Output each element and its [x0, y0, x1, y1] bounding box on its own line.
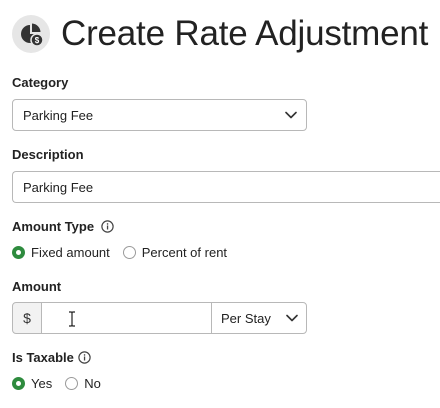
amount-label: Amount [12, 279, 62, 294]
radio-no[interactable]: No [65, 376, 101, 391]
text-cursor-icon [68, 311, 76, 332]
chevron-down-icon [276, 111, 306, 119]
radio-percent-of-rent-button[interactable] [122, 246, 136, 259]
info-icon[interactable] [101, 220, 114, 233]
page-header: $ Create Rate Adjustment [12, 14, 428, 54]
is-taxable-label: Is Taxable [12, 350, 74, 365]
radio-yes-button[interactable] [12, 377, 25, 390]
radio-yes-label: Yes [31, 376, 53, 391]
amount-input-group: $ Per Stay [12, 302, 307, 334]
description-value: Parking Fee [23, 179, 94, 195]
is-taxable-radio-group: Yes No [12, 376, 114, 391]
radio-percent-of-rent-label: Percent of rent [141, 245, 228, 260]
amount-input[interactable] [42, 302, 211, 334]
radio-fixed-amount[interactable]: Fixed amount [12, 245, 110, 260]
amount-frequency-select[interactable]: Per Stay [211, 302, 307, 334]
currency-prefix: $ [12, 302, 42, 334]
category-select[interactable]: Parking Fee [12, 99, 307, 131]
svg-text:$: $ [35, 36, 40, 45]
radio-yes[interactable]: Yes [12, 376, 52, 391]
description-field[interactable]: Parking Fee [12, 171, 440, 203]
page-title: Create Rate Adjustment [61, 14, 429, 53]
radio-fixed-amount-label: Fixed amount [31, 245, 110, 260]
radio-percent-of-rent[interactable]: Percent of rent [122, 245, 228, 260]
amount-frequency-value: Per Stay [221, 310, 271, 326]
amount-type-radio-group: Fixed amount Percent of rent [12, 245, 240, 260]
radio-no-button[interactable] [65, 377, 79, 390]
category-label: Category [12, 75, 69, 90]
amount-type-label-row: Amount Type [12, 219, 114, 234]
create-rate-adjustment-form: $ Create Rate Adjustment Category Parkin… [0, 0, 440, 408]
category-selected-value: Parking Fee [23, 107, 94, 123]
is-taxable-label-row: Is Taxable [12, 350, 91, 365]
description-label: Description [12, 147, 84, 162]
amount-type-label: Amount Type [12, 219, 95, 234]
pie-chart-dollar-icon: $ [12, 15, 50, 53]
radio-no-label: No [84, 376, 101, 391]
info-icon[interactable] [78, 351, 91, 364]
radio-fixed-amount-button[interactable] [12, 246, 25, 259]
chevron-down-icon [278, 314, 306, 322]
